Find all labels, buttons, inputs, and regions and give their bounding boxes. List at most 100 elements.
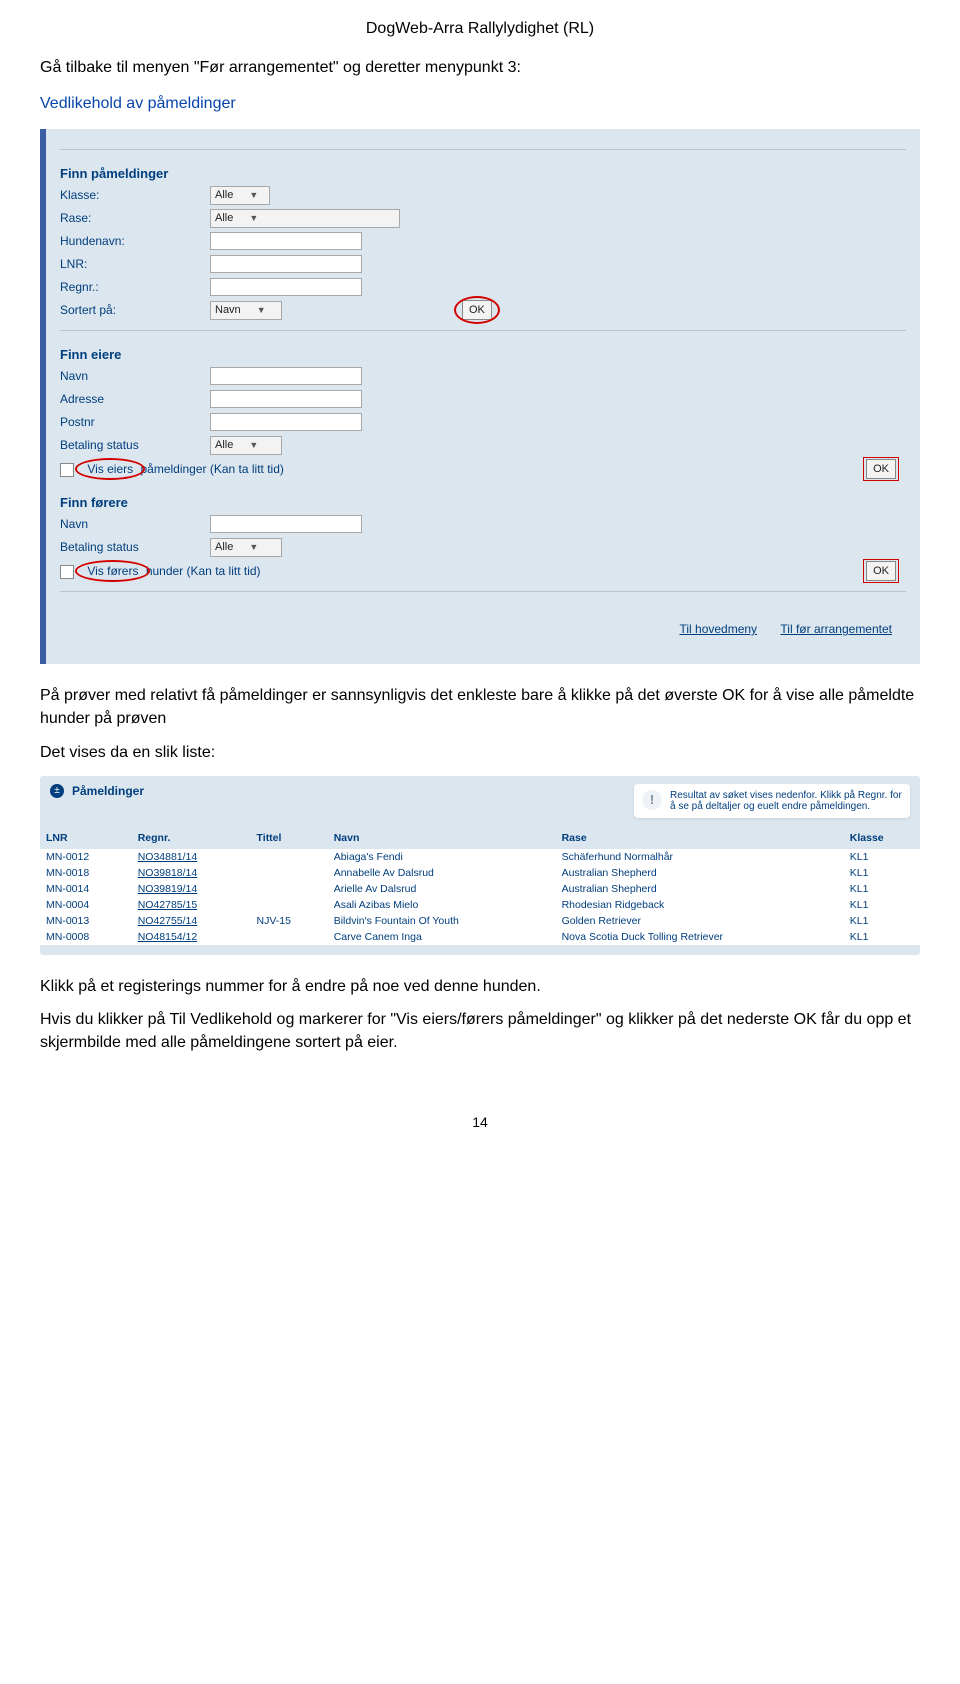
table-row: MN-0008NO48154/12 Carve Canem IngaNova Sc… [40, 929, 920, 945]
info-text: Resultat av søket vises nedenfor. Klikk … [670, 790, 902, 812]
text-vis-forers-rest: hunder (Kan ta litt tid) [146, 564, 261, 578]
col-regnr: Regnr. [132, 826, 251, 849]
highlight-vis-forers: Vis førers [83, 564, 142, 578]
cell-regnr-link[interactable]: NO34881/14 [132, 848, 251, 865]
select-betaling-forer[interactable]: Alle ▼ [210, 538, 282, 557]
cell-lnr: MN-0004 [40, 897, 132, 913]
highlight-ok-top: OK [462, 300, 492, 320]
input-adresse[interactable] [210, 390, 362, 408]
intro-link-text: Vedlikehold av påmeldinger [40, 95, 920, 113]
input-forer-navn[interactable] [210, 515, 362, 533]
mid-text-1: På prøver med relativt få påmeldinger er… [40, 684, 920, 730]
page-number: 14 [40, 1114, 920, 1130]
text-vis-eiers-short: Vis eiers [83, 462, 137, 476]
divider [60, 149, 906, 150]
intro-text-1: Gå tilbake til menyen "Før arrangementet… [40, 56, 920, 79]
table-row: MN-0013NO42755/14NJV-15Bildvin's Fountai… [40, 913, 920, 929]
label-forer-navn: Navn [60, 517, 210, 531]
cell-navn: Carve Canem Inga [328, 929, 556, 945]
label-betaling: Betaling status [60, 438, 210, 452]
checkbox-vis-forers[interactable] [60, 565, 74, 579]
input-hundenavn[interactable] [210, 232, 362, 250]
cell-tittel [251, 881, 328, 897]
plus-icon[interactable]: ± [50, 784, 64, 798]
cell-regnr-link[interactable]: NO48154/12 [132, 929, 251, 945]
cell-rase: Australian Shepherd [556, 865, 844, 881]
chevron-down-icon: ▼ [249, 440, 258, 450]
select-betaling-forer-value: Alle [215, 541, 233, 553]
cell-tittel [251, 897, 328, 913]
page-header: DogWeb-Arra Rallylydighet (RL) [40, 20, 920, 38]
highlight-vis-eiers: Vis eiers [83, 462, 137, 476]
input-eier-navn[interactable] [210, 367, 362, 385]
checkbox-vis-eiers[interactable] [60, 463, 74, 477]
section-finn-eiere: Finn eiere [60, 347, 906, 362]
chevron-down-icon: ▼ [249, 190, 258, 200]
cell-rase: Nova Scotia Duck Tolling Retriever [556, 929, 844, 945]
screenshot-form: Finn påmeldinger Klasse: Alle▼ Rase: All… [40, 129, 920, 664]
chevron-down-icon: ▼ [249, 542, 258, 552]
label-eier-navn: Navn [60, 369, 210, 383]
section-finn-pameldinger: Finn påmeldinger [60, 166, 906, 181]
cell-klasse: KL1 [844, 848, 920, 865]
mid-text-2: Det vises da en slik liste: [40, 741, 920, 764]
col-lnr: LNR [40, 826, 132, 849]
table-row: MN-0004NO42785/15 Asali Azibas MieloRhode… [40, 897, 920, 913]
ok-button[interactable]: OK [462, 300, 492, 320]
col-rase: Rase [556, 826, 844, 849]
select-rase[interactable]: Alle▼ [210, 209, 400, 228]
cell-regnr-link[interactable]: NO39819/14 [132, 881, 251, 897]
results-table: LNR Regnr. Tittel Navn Rase Klasse MN-00… [40, 826, 920, 945]
cell-rase: Schäferhund Normalhår [556, 848, 844, 865]
input-lnr[interactable] [210, 255, 362, 273]
cell-navn: Abiaga's Fendi [328, 848, 556, 865]
label-betaling-forer: Betaling status [60, 540, 210, 554]
cell-klasse: KL1 [844, 897, 920, 913]
cell-navn: Asali Azibas Mielo [328, 897, 556, 913]
cell-regnr-link[interactable]: NO42755/14 [132, 913, 251, 929]
cell-klasse: KL1 [844, 929, 920, 945]
ok-button[interactable]: OK [866, 459, 896, 479]
label-hundenavn: Hundenavn: [60, 234, 210, 248]
cell-klasse: KL1 [844, 865, 920, 881]
cell-lnr: MN-0014 [40, 881, 132, 897]
select-sortert[interactable]: Navn▼ [210, 301, 282, 320]
info-bubble: ! Resultat av søket vises nedenfor. Klik… [634, 784, 910, 818]
ok-button[interactable]: OK [866, 561, 896, 581]
table-row: MN-0012NO34881/14Abiaga's FendiSchäferhu… [40, 848, 920, 865]
col-klasse: Klasse [844, 826, 920, 849]
text-vis-forers-short: Vis førers [83, 564, 142, 578]
select-klasse[interactable]: Alle▼ [210, 186, 270, 205]
cell-regnr-link[interactable]: NO42785/15 [132, 897, 251, 913]
cell-tittel [251, 865, 328, 881]
input-postnr[interactable] [210, 413, 362, 431]
highlight-ok-forer: OK [866, 561, 896, 581]
cell-klasse: KL1 [844, 913, 920, 929]
info-icon: ! [642, 790, 662, 810]
link-for-arrangementet[interactable]: Til før arrangementet [780, 622, 892, 636]
cell-regnr-link[interactable]: NO39818/14 [132, 865, 251, 881]
cell-tittel [251, 848, 328, 865]
input-regnr[interactable] [210, 278, 362, 296]
highlight-ok-eier: OK [866, 459, 896, 479]
cell-rase: Rhodesian Ridgeback [556, 897, 844, 913]
col-tittel: Tittel [251, 826, 328, 849]
cell-rase: Golden Retriever [556, 913, 844, 929]
results-footer-bar [40, 945, 920, 955]
label-regnr: Regnr.: [60, 280, 210, 294]
divider [60, 591, 906, 592]
col-navn: Navn [328, 826, 556, 849]
cell-tittel: NJV-15 [251, 913, 328, 929]
cell-lnr: MN-0018 [40, 865, 132, 881]
chevron-down-icon: ▼ [257, 305, 266, 315]
label-sortert: Sortert på: [60, 303, 210, 317]
select-rase-value: Alle [215, 212, 233, 224]
cell-lnr: MN-0013 [40, 913, 132, 929]
select-betaling-eier[interactable]: Alle▼ [210, 436, 282, 455]
label-rase: Rase: [60, 211, 210, 225]
section-finn-forere: Finn førere [60, 495, 906, 510]
link-hovedmeny[interactable]: Til hovedmeny [679, 622, 757, 636]
cell-lnr: MN-0008 [40, 929, 132, 945]
table-row: MN-0018NO39818/14Annabelle Av DalsrudAus… [40, 865, 920, 881]
screenshot-results: ± Påmeldinger ! Resultat av søket vises … [40, 776, 920, 955]
